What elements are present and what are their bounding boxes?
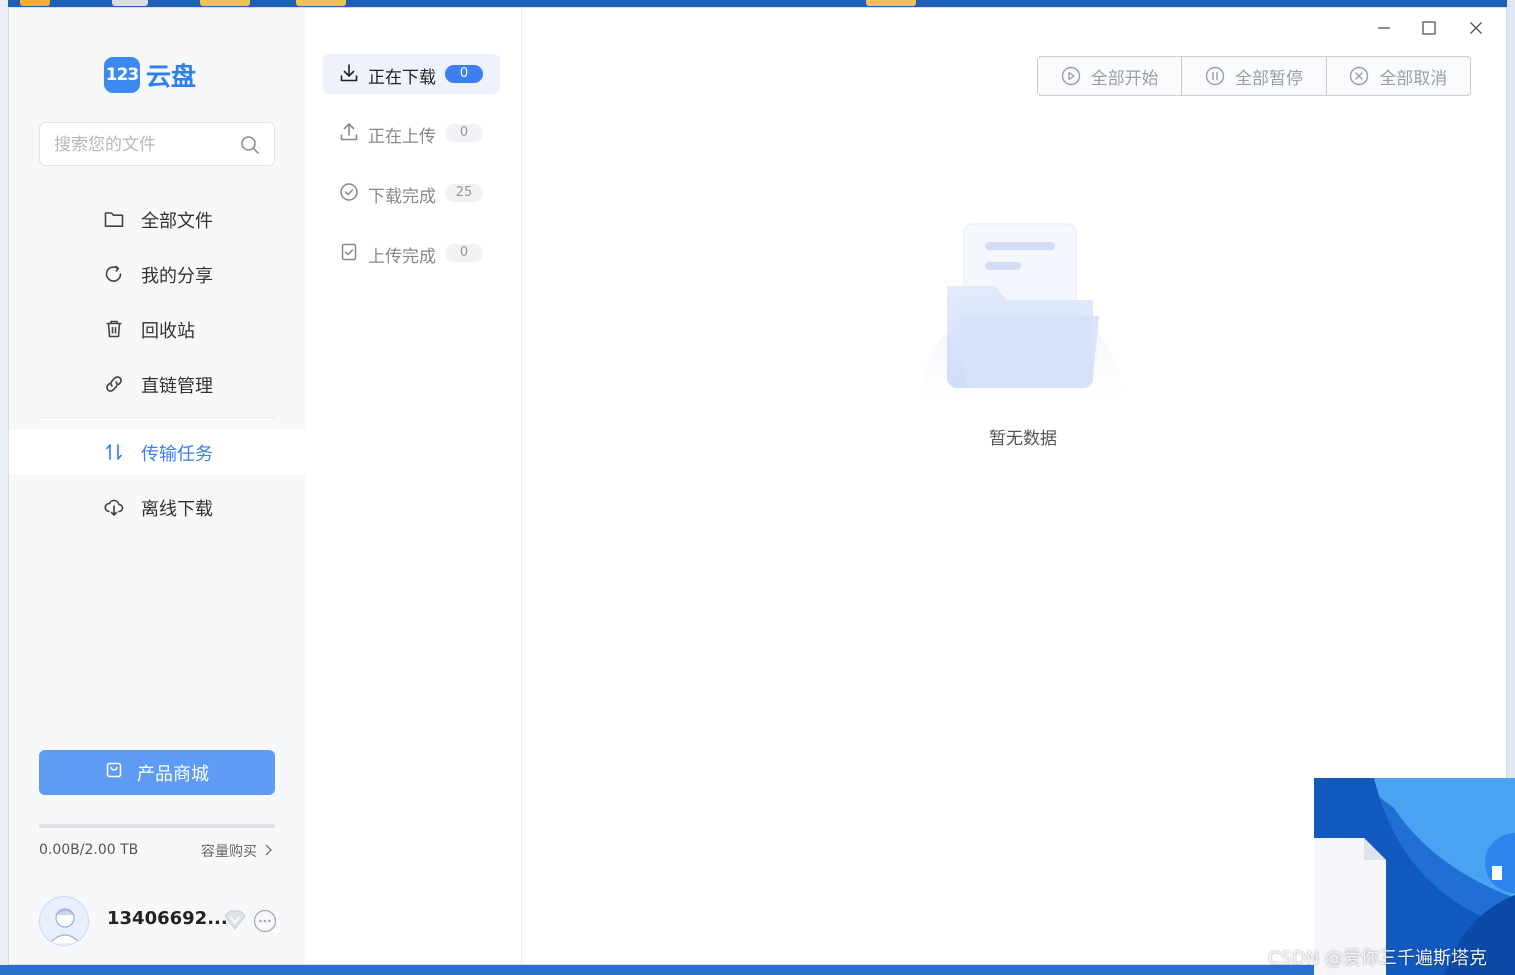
chevron-right-icon bbox=[265, 844, 273, 856]
logo-mark: 123 bbox=[104, 57, 140, 93]
download-icon bbox=[339, 63, 359, 87]
play-icon bbox=[1061, 66, 1080, 86]
sidebar-item-label: 直链管理 bbox=[141, 376, 213, 397]
vip-diamond-icon[interactable] bbox=[223, 909, 247, 935]
cloud-download-icon bbox=[103, 496, 125, 518]
logo-text: 云盘 bbox=[146, 62, 197, 91]
app-window: 123 云盘 全部文件 我的分享 回收站 bbox=[8, 7, 1507, 965]
folder-icon bbox=[103, 208, 125, 230]
sidebar-item-offline-download[interactable]: 离线下载 bbox=[9, 484, 305, 530]
sidebar-item-recycle-bin[interactable]: 回收站 bbox=[9, 306, 305, 352]
tab-label: 正在下载 bbox=[368, 68, 436, 88]
storage-progress-bar bbox=[39, 824, 275, 828]
pause-icon bbox=[1205, 66, 1225, 86]
sidebar-item-all-files[interactable]: 全部文件 bbox=[9, 196, 305, 242]
username: 13406692... bbox=[107, 908, 228, 929]
tab-label: 下载完成 bbox=[368, 187, 436, 207]
desktop-icon bbox=[20, 0, 50, 6]
buy-capacity-label: 容量购买 bbox=[201, 844, 257, 860]
sidebar-divider bbox=[39, 417, 275, 418]
desktop-background-left bbox=[0, 0, 8, 975]
sidebar-item-label: 回收站 bbox=[141, 321, 195, 342]
tab-count-badge: 25 bbox=[445, 184, 483, 202]
tab-download-complete[interactable]: 下载完成 25 bbox=[323, 173, 500, 213]
tab-uploading[interactable]: 正在上传 0 bbox=[323, 113, 500, 153]
close-icon[interactable] bbox=[1466, 18, 1486, 38]
pause-all-button[interactable]: 全部暂停 bbox=[1182, 57, 1327, 95]
tab-label: 正在上传 bbox=[368, 127, 436, 147]
column-divider bbox=[521, 278, 522, 964]
storage-usage: 0.00B/2.00 TB bbox=[39, 842, 139, 858]
sidebar-item-label: 离线下载 bbox=[141, 499, 213, 520]
start-all-button[interactable]: 全部开始 bbox=[1038, 57, 1183, 95]
tab-downloading[interactable]: 正在下载 0 bbox=[323, 54, 500, 94]
product-store-label: 产品商城 bbox=[137, 763, 209, 785]
transfer-toolbar: 全部开始 全部暂停 全部取消 bbox=[1037, 56, 1471, 96]
empty-state-illustration bbox=[919, 218, 1125, 408]
sidebar-item-label: 全部文件 bbox=[141, 211, 213, 232]
check-circle-icon bbox=[339, 182, 359, 206]
desktop-icon bbox=[112, 0, 148, 6]
sidebar-item-label: 传输任务 bbox=[141, 444, 213, 465]
cancel-icon bbox=[1350, 66, 1369, 86]
pause-all-label: 全部暂停 bbox=[1234, 68, 1303, 89]
tab-upload-complete[interactable]: 上传完成 0 bbox=[323, 233, 500, 273]
upload-icon bbox=[339, 122, 359, 146]
search-input[interactable] bbox=[52, 132, 236, 158]
maximize-icon[interactable] bbox=[1419, 18, 1439, 38]
tab-count-badge: 0 bbox=[445, 124, 483, 142]
transfer-tabs: 正在下载 0 正在上传 0 下载完成 25 上传完成 0 bbox=[305, 8, 522, 278]
sidebar-item-my-shares[interactable]: 我的分享 bbox=[9, 251, 305, 297]
tab-label: 上传完成 bbox=[368, 247, 436, 267]
cancel-all-label: 全部取消 bbox=[1379, 68, 1448, 89]
watermark: CSDN @爱你三千遍斯塔克 bbox=[1268, 948, 1488, 969]
sidebar-item-direct-links[interactable]: 直链管理 bbox=[9, 361, 305, 407]
search-icon[interactable] bbox=[240, 135, 260, 159]
shopping-bag-icon bbox=[105, 761, 123, 784]
share-icon bbox=[103, 263, 125, 285]
cancel-all-button[interactable]: 全部取消 bbox=[1327, 57, 1470, 95]
search-box[interactable] bbox=[39, 122, 275, 166]
transfer-icon bbox=[103, 441, 125, 463]
empty-state-text: 暂无数据 bbox=[989, 429, 1057, 449]
check-file-icon bbox=[339, 242, 359, 266]
link-icon bbox=[103, 373, 125, 395]
tab-count-badge: 0 bbox=[445, 65, 483, 83]
desktop-background-right bbox=[1507, 0, 1515, 780]
sidebar-item-transfer-tasks[interactable]: 传输任务 bbox=[9, 429, 305, 475]
sidebar-item-label: 我的分享 bbox=[141, 266, 213, 287]
desktop-icon bbox=[200, 0, 250, 6]
minimize-icon[interactable] bbox=[1374, 18, 1394, 38]
avatar[interactable] bbox=[39, 896, 89, 946]
sidebar: 123 云盘 全部文件 我的分享 回收站 bbox=[9, 8, 305, 964]
tab-count-badge: 0 bbox=[445, 244, 483, 262]
more-options-icon[interactable] bbox=[253, 909, 277, 937]
start-all-label: 全部开始 bbox=[1090, 68, 1159, 89]
product-store-button[interactable]: 产品商城 bbox=[39, 750, 275, 795]
desktop-icon bbox=[296, 0, 346, 6]
trash-icon bbox=[103, 318, 125, 340]
desktop-icon bbox=[866, 0, 916, 6]
buy-capacity-link[interactable]: 容量购买 bbox=[201, 841, 273, 861]
app-logo: 123 云盘 bbox=[104, 57, 196, 93]
